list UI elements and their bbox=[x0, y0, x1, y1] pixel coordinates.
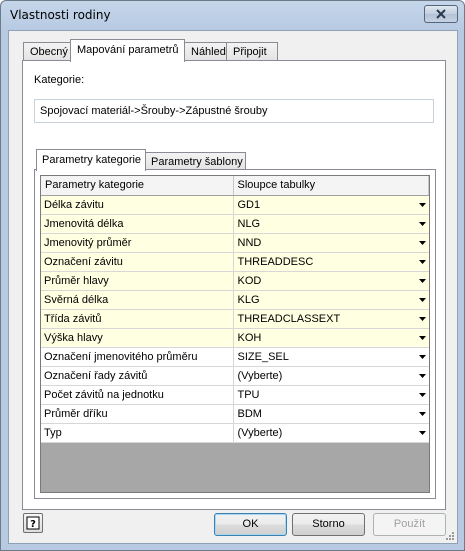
column-select[interactable]: SIZE_SEL bbox=[233, 348, 429, 366]
resize-grip-icon[interactable] bbox=[445, 531, 455, 541]
column-select[interactable]: KLG bbox=[233, 291, 429, 309]
table-row[interactable]: Svěrná délka KLG bbox=[41, 291, 429, 310]
table-row[interactable]: Jmenovitý průměr NND bbox=[41, 234, 429, 253]
column-select[interactable]: NLG bbox=[233, 215, 429, 233]
dialog-window: Vlastnosti rodiny Obecný Mapování parame… bbox=[0, 0, 465, 551]
chevron-down-icon[interactable] bbox=[415, 405, 429, 423]
table-row[interactable]: Výška hlavy KOH bbox=[41, 329, 429, 348]
parameter-grid: Parametry kategorie Sloupce tabulky Délk… bbox=[40, 175, 430, 493]
param-name-cell: Třída závitů bbox=[41, 310, 234, 328]
param-name-cell: Průměr hlavy bbox=[41, 272, 234, 290]
tab-parametry-kategorie[interactable]: Parametry kategorie bbox=[36, 149, 146, 171]
table-row[interactable]: Jmenovitá délka NLG bbox=[41, 215, 429, 234]
column-select-value: TPU bbox=[237, 389, 260, 401]
param-name-cell: Délka závitu bbox=[41, 196, 234, 214]
category-field: Spojovací materiál->Šrouby->Zápustné šro… bbox=[34, 99, 434, 123]
chevron-down-icon[interactable] bbox=[415, 329, 429, 347]
apply-button[interactable]: Použít bbox=[373, 513, 446, 536]
chevron-down-icon[interactable] bbox=[415, 424, 429, 442]
column-select[interactable]: (Vyberte) bbox=[233, 424, 429, 442]
chevron-down-icon[interactable] bbox=[415, 348, 429, 366]
column-select-value: NLG bbox=[237, 218, 261, 230]
chevron-down-icon[interactable] bbox=[415, 291, 429, 309]
tab-pripojit[interactable]: Připojit bbox=[226, 42, 278, 61]
chevron-down-icon[interactable] bbox=[415, 196, 429, 214]
column-select[interactable]: THREADDESC bbox=[233, 253, 429, 271]
param-name-cell: Počet závitů na jednotku bbox=[41, 386, 234, 404]
table-row[interactable]: Označení závitu THREADDESC bbox=[41, 253, 429, 272]
param-name-cell: Průměr dříku bbox=[41, 405, 234, 423]
param-name-cell: Jmenovitá délka bbox=[41, 215, 234, 233]
param-name-cell: Svěrná délka bbox=[41, 291, 234, 309]
chevron-down-icon[interactable] bbox=[415, 234, 429, 252]
chevron-down-icon[interactable] bbox=[415, 253, 429, 271]
chevron-down-icon[interactable] bbox=[415, 272, 429, 290]
param-name-cell: Označení jmenovitého průměru bbox=[41, 348, 234, 366]
table-row[interactable]: Označení jmenovitého průměru SIZE_SEL bbox=[41, 348, 429, 367]
tab-mapovani-parametru[interactable]: Mapování parametrů bbox=[70, 39, 185, 62]
ok-button[interactable]: OK bbox=[214, 513, 287, 536]
column-select[interactable]: THREADCLASSEXT bbox=[233, 310, 429, 328]
column-select-value: (Vyberte) bbox=[237, 370, 283, 382]
tab-nahled[interactable]: Náhled bbox=[184, 42, 227, 61]
column-select-value: THREADDESC bbox=[237, 256, 314, 268]
inner-panel: Parametry kategorie Sloupce tabulky Délk… bbox=[34, 169, 436, 499]
chevron-down-icon[interactable] bbox=[415, 310, 429, 328]
table-row[interactable]: Typ (Vyberte) bbox=[41, 424, 429, 443]
column-select[interactable]: GD1 bbox=[233, 196, 429, 214]
column-select-value: BDM bbox=[237, 408, 262, 420]
header-parametry-kategorie[interactable]: Parametry kategorie bbox=[41, 176, 234, 195]
help-button[interactable]: ? bbox=[23, 513, 43, 533]
grid-rows: Délka závitu GD1 Jmenovitá délka NLG Jmenovi… bbox=[41, 196, 429, 443]
svg-text:?: ? bbox=[30, 519, 36, 530]
close-icon bbox=[436, 9, 446, 19]
cancel-button[interactable]: Storno bbox=[292, 513, 365, 536]
tab-panel: Kategorie: Spojovací materiál->Šrouby->Z… bbox=[22, 60, 446, 510]
param-name-cell: Jmenovitý průměr bbox=[41, 234, 234, 252]
close-button[interactable] bbox=[424, 5, 458, 23]
tab-obecny[interactable]: Obecný bbox=[23, 42, 71, 61]
table-row[interactable]: Třída závitů THREADCLASSEXT bbox=[41, 310, 429, 329]
column-select[interactable]: KOD bbox=[233, 272, 429, 290]
column-select[interactable]: TPU bbox=[233, 386, 429, 404]
param-name-cell: Označení závitu bbox=[41, 253, 234, 271]
table-row[interactable]: Označení řady závitů (Vyberte) bbox=[41, 367, 429, 386]
column-select-value: (Vyberte) bbox=[237, 427, 283, 439]
column-select[interactable]: BDM bbox=[233, 405, 429, 423]
chevron-down-icon[interactable] bbox=[415, 367, 429, 385]
grid-header: Parametry kategorie Sloupce tabulky bbox=[41, 176, 429, 196]
param-name-cell: Typ bbox=[41, 424, 234, 442]
table-row[interactable]: Průměr hlavy KOD bbox=[41, 272, 429, 291]
column-select-value: NND bbox=[237, 237, 262, 249]
help-icon: ? bbox=[26, 516, 40, 530]
table-row[interactable]: Počet závitů na jednotku TPU bbox=[41, 386, 429, 405]
tab-parametry-sablony[interactable]: Parametry šablony bbox=[145, 152, 246, 170]
column-select-value: KOH bbox=[237, 332, 262, 344]
title-bar[interactable]: Vlastnosti rodiny bbox=[1, 1, 464, 29]
chevron-down-icon[interactable] bbox=[415, 386, 429, 404]
column-select[interactable]: NND bbox=[233, 234, 429, 252]
param-name-cell: Výška hlavy bbox=[41, 329, 234, 347]
column-select-value: THREADCLASSEXT bbox=[237, 313, 341, 325]
category-label: Kategorie: bbox=[34, 74, 85, 86]
header-sloupce-tabulky[interactable]: Sloupce tabulky bbox=[234, 176, 429, 195]
column-select-value: KLG bbox=[237, 294, 260, 306]
window-title: Vlastnosti rodiny bbox=[10, 8, 111, 22]
chevron-down-icon[interactable] bbox=[415, 215, 429, 233]
table-row[interactable]: Délka závitu GD1 bbox=[41, 196, 429, 215]
column-select-value: KOD bbox=[237, 275, 262, 287]
column-select-value: GD1 bbox=[237, 199, 261, 211]
column-select[interactable]: KOH bbox=[233, 329, 429, 347]
column-select-value: SIZE_SEL bbox=[237, 351, 289, 363]
dialog-client: Obecný Mapování parametrů Náhled Připoji… bbox=[8, 30, 458, 544]
param-name-cell: Označení řady závitů bbox=[41, 367, 234, 385]
table-row[interactable]: Průměr dříku BDM bbox=[41, 405, 429, 424]
column-select[interactable]: (Vyberte) bbox=[233, 367, 429, 385]
